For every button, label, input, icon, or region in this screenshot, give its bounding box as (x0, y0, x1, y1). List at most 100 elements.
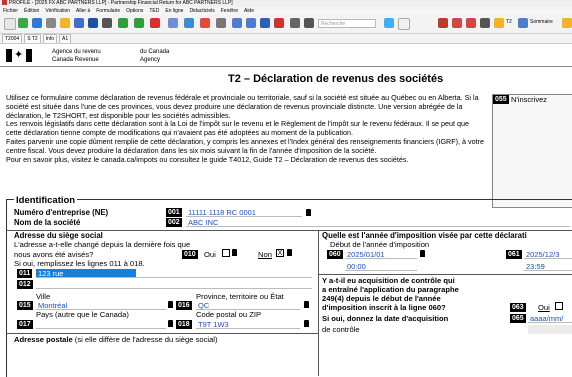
control-if-yes-2: de contrôle (322, 325, 360, 334)
view-icon[interactable] (260, 18, 270, 28)
form-document: Agence du revenu Canada Revenue du Canad… (0, 44, 572, 377)
control-if-yes-1: Si oui, donnez la date d'acquisition (322, 314, 448, 323)
menu-item-verification[interactable]: Vérification (45, 8, 70, 14)
address-line-1-field[interactable]: 123 rue (36, 269, 136, 278)
country-field[interactable] (36, 320, 166, 329)
t2-folder-icon[interactable] (494, 18, 504, 28)
link-icon[interactable] (102, 18, 112, 28)
address-changed-yes-checkbox[interactable] (222, 249, 230, 257)
address-question-2: nous avons été avisés? (14, 250, 94, 259)
menu-item-fenetre[interactable]: Fenêtre (221, 8, 238, 14)
tab-a1[interactable]: A1 (59, 34, 72, 43)
name-label: Nom de la société (14, 218, 81, 227)
save-icon[interactable] (32, 18, 42, 28)
menu-item-en-ligne[interactable]: En ligne (165, 8, 183, 14)
address-changed-no-checkbox[interactable]: X (276, 249, 284, 257)
menu-item-didacticiels[interactable]: Didacticiels (189, 8, 214, 14)
menu-item-formulaire[interactable]: Formulaire (96, 8, 120, 14)
print-preview-icon[interactable] (304, 18, 314, 28)
postal-label: Code postal ou ZIP (196, 310, 262, 319)
search-go-icon[interactable] (384, 18, 394, 28)
menu-item-aller-a[interactable]: Aller à (76, 8, 90, 14)
postal-code-field[interactable]: T9T 1W3 (196, 320, 300, 329)
menu-item-fichier[interactable]: Fichier (3, 8, 18, 14)
review-icon[interactable] (438, 18, 448, 28)
open-icon[interactable] (18, 18, 28, 28)
control-date-time-field[interactable] (528, 325, 572, 334)
line-code-018: 018 (176, 320, 192, 329)
address-line-1-rest[interactable] (136, 269, 312, 278)
lock-icon (420, 250, 425, 257)
form-tabs: T2004 S T2 Info A1 (0, 34, 572, 44)
lock-icon (306, 209, 311, 216)
tax-year-start-time-field[interactable]: 00:00 (345, 262, 417, 271)
help-icon[interactable] (398, 18, 410, 30)
settings-icon[interactable] (216, 18, 226, 28)
corporation-name-field[interactable]: ABC INC (186, 218, 570, 227)
menu-item-aide[interactable]: Aide (244, 8, 254, 14)
agency-name-en: du Canada Agency (140, 48, 169, 64)
agency-en-line: Canada Revenue (52, 57, 99, 63)
extra-icon[interactable] (562, 18, 572, 28)
line-code-015: 015 (17, 301, 33, 310)
cross-icon[interactable] (466, 18, 476, 28)
city-field[interactable]: Montréal (36, 301, 166, 310)
forward-icon[interactable] (134, 18, 144, 28)
add-icon[interactable] (168, 18, 178, 28)
control-question-4: d'imposition inscrit à la ligne 060? (322, 303, 446, 312)
menu-item-edition[interactable]: Édition (24, 8, 39, 14)
search-input[interactable]: Recherche (318, 19, 376, 28)
summary-icon[interactable] (518, 18, 528, 28)
address-line-2-field[interactable] (36, 280, 312, 289)
menu-item-ted[interactable]: TED (149, 8, 159, 14)
tax-year-end-field[interactable]: 2025/12/3 (524, 250, 572, 259)
star-icon[interactable] (60, 18, 70, 28)
t2-label[interactable]: T2 (506, 19, 512, 25)
alert-icon[interactable] (200, 18, 210, 28)
summary-label[interactable]: Sommaire (530, 19, 553, 25)
pdf-icon[interactable] (274, 18, 284, 28)
zoom-out-icon[interactable] (246, 18, 256, 28)
intro-paragraph-2: Les renvois législatifs dans cette décla… (6, 119, 470, 138)
jump-icon[interactable] (88, 18, 98, 28)
intro-paragraph-3: Faites parvenir une copie dûment remplie… (6, 136, 484, 155)
control-question-1: Y a-t-il eu acquisition de contrôle qui (322, 276, 455, 285)
menu-bar: Fichier Édition Vérification Aller à Formula… (0, 7, 572, 15)
window-title: PROFILE - [2025 FX ABC PARTNERS LLP] - P… (9, 0, 233, 6)
no-label: Non (258, 250, 272, 259)
stop-icon[interactable] (150, 18, 160, 28)
address-if-yes: Si oui, remplissez les lignes 011 à 018. (14, 259, 145, 268)
tree-icon[interactable] (184, 18, 194, 28)
intro-text: Utilisez ce formulaire comme déclaration… (6, 93, 486, 164)
province-field[interactable]: QC (196, 301, 300, 310)
printer-icon[interactable] (290, 18, 300, 28)
yes-label: Oui (204, 250, 216, 259)
control-yes-checkbox[interactable] (555, 302, 563, 310)
line-code-061: 061 (506, 250, 522, 259)
new-file-icon[interactable] (4, 18, 16, 30)
zoom-in-icon[interactable] (232, 18, 242, 28)
tax-year-heading: Quelle est l'année d'imposition visée pa… (322, 231, 527, 240)
form-icon[interactable] (74, 18, 84, 28)
check-icon[interactable] (452, 18, 462, 28)
lock-icon (232, 249, 237, 256)
back-icon[interactable] (118, 18, 128, 28)
business-number-field[interactable]: 11111 1118 RC 0001 (186, 208, 302, 217)
line-code-065: 065 (510, 314, 526, 323)
tab-t2004[interactable]: T2004 (2, 34, 23, 43)
line-code-011: 011 (17, 269, 33, 278)
menu-item-options[interactable]: Options (126, 8, 143, 14)
tab-info[interactable]: Info (42, 34, 57, 43)
tax-year-end-time-field[interactable]: 23:59 (524, 262, 572, 271)
tab-s-t2[interactable]: S T2 (24, 34, 41, 43)
line-055-box[interactable]: 055 N'inscrivez (492, 94, 572, 208)
app-icon (2, 0, 7, 6)
province-label: Province, territoire ou État (196, 292, 284, 301)
print-icon[interactable] (46, 18, 56, 28)
agency-fr-line: Agence du revenu (52, 49, 101, 55)
question-icon[interactable] (480, 18, 490, 28)
tax-year-start-field[interactable]: 2025/01/01 (345, 250, 417, 259)
divider (6, 333, 318, 334)
control-date-field[interactable]: aaaa/mm/ (528, 314, 572, 323)
line-code-016: 016 (176, 301, 192, 310)
